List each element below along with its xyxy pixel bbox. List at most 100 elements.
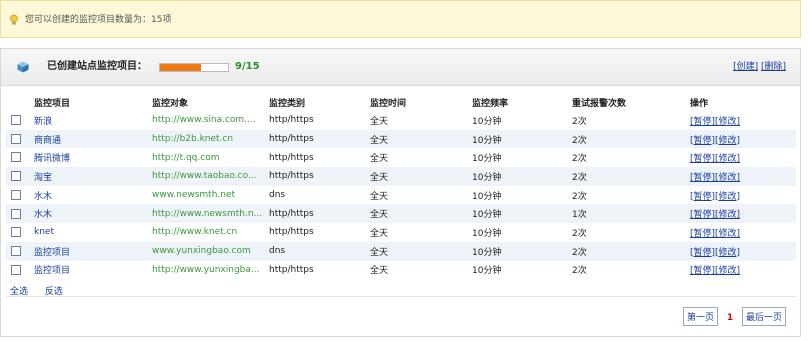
monitor-type: http/https xyxy=(269,167,370,186)
row-checkbox[interactable] xyxy=(11,227,21,238)
retry-count: 2次 xyxy=(572,260,690,280)
target-url: http://t.qq.com xyxy=(152,152,220,163)
edit-link[interactable]: [修改] xyxy=(715,210,740,220)
table-row: knet http://www.knet.cn http/https 全天 10… xyxy=(6,223,796,242)
monitor-type: http/https xyxy=(269,223,370,242)
monitor-type: http/https xyxy=(269,129,370,149)
panel-title: 已创建站点监控项目： xyxy=(47,61,147,72)
target-url: http://www.sina.com.... xyxy=(152,115,256,126)
project-name-link[interactable]: knet xyxy=(34,227,54,237)
project-name-link[interactable]: 水木 xyxy=(34,210,52,220)
pause-link[interactable]: [暂停] xyxy=(690,117,715,127)
retry-count: 2次 xyxy=(572,241,690,261)
target-url: http://www.taobao.co... xyxy=(152,171,257,182)
col-header: 监控项目 xyxy=(34,98,71,109)
create-link[interactable]: [创建] xyxy=(733,62,758,72)
row-checkbox[interactable] xyxy=(11,152,21,163)
table-row: 新浪 http://www.sina.com.... http/https 全天… xyxy=(6,111,796,130)
monitor-frequency: 10分钟 xyxy=(472,204,572,224)
pause-link[interactable]: [暂停] xyxy=(690,154,715,164)
pause-link[interactable]: [暂停] xyxy=(690,173,715,183)
project-name-link[interactable]: 腾讯微博 xyxy=(34,154,70,164)
monitor-type: http/https xyxy=(269,204,370,224)
edit-link[interactable]: [修改] xyxy=(715,136,740,146)
project-name-link[interactable]: 新浪 xyxy=(34,117,52,127)
retry-count: 2次 xyxy=(572,185,690,205)
quota-count: 9/15 xyxy=(235,61,260,72)
col-header: 重试报警次数 xyxy=(572,98,627,109)
monitor-time: 全天 xyxy=(370,204,472,224)
project-name-link[interactable]: 商商通 xyxy=(34,136,61,146)
table-row: 水木 www.newsmth.net dns 全天 10分钟 2次 [暂停][修… xyxy=(6,185,796,205)
monitor-type: dns xyxy=(269,185,370,205)
row-checkbox[interactable] xyxy=(11,208,21,219)
monitor-time: 全天 xyxy=(370,148,472,168)
retry-count: 2次 xyxy=(572,223,690,242)
target-url: http://www.yunxingba... xyxy=(152,264,260,275)
row-checkbox[interactable] xyxy=(11,245,21,256)
pause-link[interactable]: [暂停] xyxy=(690,266,715,276)
edit-link[interactable]: [修改] xyxy=(715,248,740,258)
target-url: www.yunxingbao.com xyxy=(152,246,251,257)
project-name-link[interactable]: 监控项目 xyxy=(34,248,70,258)
pause-link[interactable]: [暂停] xyxy=(690,210,715,220)
col-header: 监控类别 xyxy=(269,98,306,109)
edit-link[interactable]: [修改] xyxy=(715,154,740,164)
table-row: 监控项目 www.yunxingbao.com dns 全天 10分钟 2次 [… xyxy=(6,241,796,261)
current-page: 1 xyxy=(726,313,734,323)
edit-link[interactable]: [修改] xyxy=(715,266,740,276)
panel-header: 已创建站点监控项目： 9/15 [创建] [删除] xyxy=(1,49,800,86)
col-header: 监控频率 xyxy=(472,98,509,109)
pause-link[interactable]: [暂停] xyxy=(690,248,715,258)
edit-link[interactable]: [修改] xyxy=(715,229,740,239)
quota-progress-bar xyxy=(159,63,229,72)
project-name-link[interactable]: 淘宝 xyxy=(34,173,52,183)
table-row: 商商通 http://b2b.knet.cn http/https 全天 10分… xyxy=(6,129,796,149)
retry-count: 1次 xyxy=(572,204,690,224)
table-header-row: 监控项目 监控对象 监控类别 监控时间 监控频率 重试报警次数 操作 xyxy=(6,93,796,111)
monitor-time: 全天 xyxy=(370,260,472,280)
first-page-button[interactable]: 第一页 xyxy=(682,307,718,326)
target-url: http://www.knet.cn xyxy=(152,227,238,238)
header-actions: [创建] [删除] xyxy=(733,61,786,73)
retry-count: 2次 xyxy=(572,129,690,149)
project-name-link[interactable]: 水木 xyxy=(34,192,52,202)
monitor-time: 全天 xyxy=(370,129,472,149)
edit-link[interactable]: [修改] xyxy=(715,173,740,183)
edit-link[interactable]: [修改] xyxy=(715,117,740,127)
pause-link[interactable]: [暂停] xyxy=(690,136,715,146)
target-url: www.newsmth.net xyxy=(152,190,236,201)
monitor-time: 全天 xyxy=(370,185,472,205)
pause-link[interactable]: [暂停] xyxy=(690,229,715,239)
row-checkbox[interactable] xyxy=(11,171,21,182)
last-page-button[interactable]: 最后一页 xyxy=(741,307,786,326)
monitor-frequency: 10分钟 xyxy=(472,223,572,242)
target-url: http://www.newsmth.n... xyxy=(152,208,263,219)
project-name-link[interactable]: 监控项目 xyxy=(34,266,70,276)
delete-link[interactable]: [删除] xyxy=(761,62,786,72)
monitor-type: http/https xyxy=(269,260,370,280)
monitor-time: 全天 xyxy=(370,241,472,261)
notice-bar: 您可以创建的监控项目数量为：15项 xyxy=(0,0,801,38)
table-row: 监控项目 http://www.yunxingba... http/https … xyxy=(6,260,796,280)
cube-icon xyxy=(17,61,29,73)
col-header: 监控时间 xyxy=(370,98,407,109)
table-row: 淘宝 http://www.taobao.co... http/https 全天… xyxy=(6,167,796,186)
row-checkbox[interactable] xyxy=(11,264,21,275)
row-checkbox[interactable] xyxy=(11,133,21,144)
monitor-time: 全天 xyxy=(370,167,472,186)
retry-count: 2次 xyxy=(572,111,690,130)
edit-link[interactable]: [修改] xyxy=(715,192,740,202)
row-checkbox[interactable] xyxy=(11,189,21,200)
pagination: 第一页 1 最后一页 xyxy=(682,307,786,326)
row-checkbox[interactable] xyxy=(11,115,21,126)
monitor-frequency: 10分钟 xyxy=(472,185,572,205)
monitor-frequency: 10分钟 xyxy=(472,241,572,261)
monitor-type: http/https xyxy=(269,148,370,168)
table-row: 水木 http://www.newsmth.n... http/https 全天… xyxy=(6,204,796,224)
target-url: http://b2b.knet.cn xyxy=(152,134,234,145)
monitor-frequency: 10分钟 xyxy=(472,260,572,280)
pause-link[interactable]: [暂停] xyxy=(690,192,715,202)
table-row: 腾讯微博 http://t.qq.com http/https 全天 10分钟 … xyxy=(6,148,796,168)
monitor-frequency: 10分钟 xyxy=(472,167,572,186)
